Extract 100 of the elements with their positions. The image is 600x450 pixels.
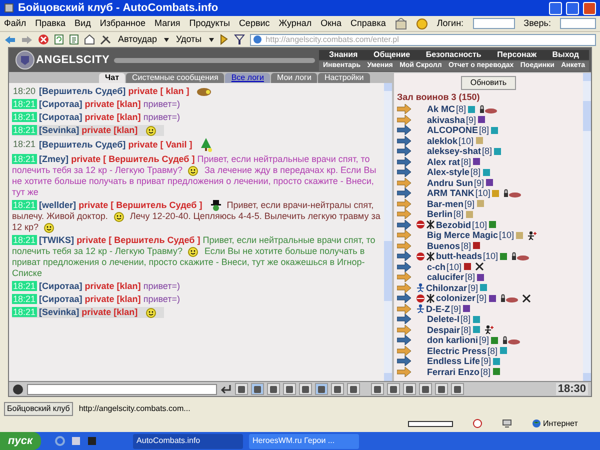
message-input[interactable] <box>27 384 217 394</box>
tool-button[interactable] <box>419 383 432 395</box>
arrow-icon[interactable] <box>397 282 411 293</box>
page-icon[interactable] <box>69 34 79 45</box>
user-name[interactable]: Alex-style <box>427 167 470 178</box>
menu-item[interactable]: Окна <box>320 16 342 30</box>
arrow-icon[interactable] <box>397 104 411 114</box>
taskbar-button[interactable]: HeroesWM.ru Герои ... <box>248 434 359 448</box>
nav-link[interactable]: Общение <box>374 50 410 60</box>
user-name[interactable]: D-E-Z <box>426 304 450 314</box>
start-button[interactable]: пуск <box>0 432 41 450</box>
nav-link[interactable]: Знания <box>329 50 358 60</box>
user-name[interactable]: butt-heads <box>436 251 482 262</box>
user-name[interactable]: Bar-men <box>427 198 464 209</box>
arrow-icon[interactable] <box>397 114 411 125</box>
chat-tab[interactable]: Мои логи <box>270 73 318 83</box>
user-name[interactable]: Despair <box>427 324 460 335</box>
arrow-icon[interactable] <box>397 346 411 356</box>
arrow-icon[interactable] <box>397 230 411 240</box>
list-scrollbar[interactable] <box>583 73 591 381</box>
nav-link[interactable]: Выход <box>552 50 579 60</box>
arrow-icon[interactable] <box>397 156 411 167</box>
face-icon[interactable] <box>416 18 428 30</box>
toolbar-button[interactable]: Автоудар <box>116 32 159 46</box>
arrow-icon[interactable] <box>397 335 411 346</box>
arrow-icon[interactable] <box>397 198 411 209</box>
back-icon[interactable] <box>4 34 16 44</box>
user-name[interactable]: Buenos <box>427 240 460 251</box>
head-icon[interactable] <box>12 384 24 394</box>
tool-button[interactable] <box>235 383 248 395</box>
tool-button[interactable] <box>315 383 328 395</box>
caret-icon[interactable] <box>208 38 214 42</box>
menu-item[interactable]: Вид <box>74 16 91 30</box>
restore-button[interactable] <box>566 2 579 14</box>
menu-item[interactable]: Магия <box>154 16 180 30</box>
tool-button[interactable] <box>331 383 344 395</box>
user-name[interactable]: calucifer <box>427 272 464 282</box>
arrow-icon[interactable] <box>397 188 411 198</box>
user-name[interactable]: Andru Sun <box>427 178 473 188</box>
user-name[interactable]: ALCOPONE <box>427 125 478 136</box>
user-name[interactable]: aleklok <box>427 136 458 146</box>
menu-item[interactable]: Продукты <box>189 16 230 30</box>
user-name[interactable]: Alex rat <box>427 156 460 167</box>
user-name[interactable]: c-ch <box>427 262 446 272</box>
chat-tab[interactable]: Системные сообщения <box>126 73 224 83</box>
arrow-icon[interactable] <box>397 262 411 272</box>
arrow-icon[interactable] <box>397 146 411 156</box>
arrow-icon[interactable] <box>397 125 411 136</box>
user-name[interactable]: Chilonzar <box>426 282 468 293</box>
arrow-icon[interactable] <box>397 293 411 304</box>
minimize-button[interactable] <box>549 2 562 14</box>
menu-item[interactable]: Избранное <box>100 16 146 30</box>
chat-scrollbar[interactable] <box>384 83 392 381</box>
chat-tab[interactable]: Чат <box>99 73 125 83</box>
arrow-icon[interactable] <box>397 324 411 335</box>
nav-link[interactable]: Персонаж <box>497 50 536 60</box>
arrow-icon[interactable] <box>397 304 411 314</box>
menu-item[interactable]: Правка <box>35 16 66 30</box>
tools-icon[interactable] <box>100 34 111 45</box>
house-icon[interactable] <box>394 18 407 30</box>
tool-button[interactable] <box>347 383 360 395</box>
arrow-icon[interactable] <box>397 178 411 188</box>
arrow-icon[interactable] <box>397 356 411 366</box>
user-name[interactable]: Ak MC <box>427 104 456 114</box>
arrow-icon[interactable] <box>397 314 411 324</box>
user-name[interactable]: Electric Press <box>427 346 487 356</box>
arrow-icon[interactable] <box>397 136 411 146</box>
login-field[interactable] <box>472 18 515 29</box>
user-name[interactable]: Delete-I <box>427 314 460 324</box>
tool-button[interactable] <box>251 383 264 395</box>
refresh-icon[interactable] <box>54 34 64 45</box>
user-name[interactable]: Endless Life <box>427 356 480 366</box>
pet-field[interactable] <box>560 18 596 29</box>
tool-button[interactable] <box>267 383 280 395</box>
menu-item[interactable]: Файл <box>4 16 26 30</box>
arrow-icon[interactable] <box>397 209 411 220</box>
menu-item[interactable]: Справка <box>350 16 386 30</box>
tool-button[interactable] <box>435 383 448 395</box>
arrow-icon[interactable] <box>397 251 411 262</box>
stop-icon[interactable] <box>38 34 49 45</box>
tool-button[interactable] <box>403 383 416 395</box>
taskbar-button[interactable]: AutoCombats.info <box>132 434 243 448</box>
filter-icon[interactable] <box>234 34 245 45</box>
user-name[interactable]: ARM TANK <box>427 188 474 198</box>
caret-icon[interactable] <box>164 38 169 42</box>
refresh-button[interactable]: Обновить <box>461 76 516 90</box>
tool-button[interactable] <box>299 383 312 395</box>
user-name[interactable]: Bezobid <box>436 220 471 230</box>
tool-button[interactable] <box>387 383 400 395</box>
chat-tab[interactable]: Все логи <box>225 73 270 83</box>
menu-item[interactable]: Сервис <box>238 16 270 30</box>
close-button[interactable] <box>583 2 596 14</box>
arrow-icon[interactable] <box>397 167 411 178</box>
user-name[interactable]: Big Merce Magic <box>427 230 498 240</box>
arrow-icon[interactable] <box>397 366 411 377</box>
arrow-icon[interactable] <box>397 220 411 230</box>
tool-button[interactable] <box>283 383 296 395</box>
arrow-icon[interactable] <box>397 240 411 251</box>
menu-item[interactable]: Журнал <box>278 16 312 30</box>
toolbar-button[interactable]: Удоты <box>174 32 204 46</box>
